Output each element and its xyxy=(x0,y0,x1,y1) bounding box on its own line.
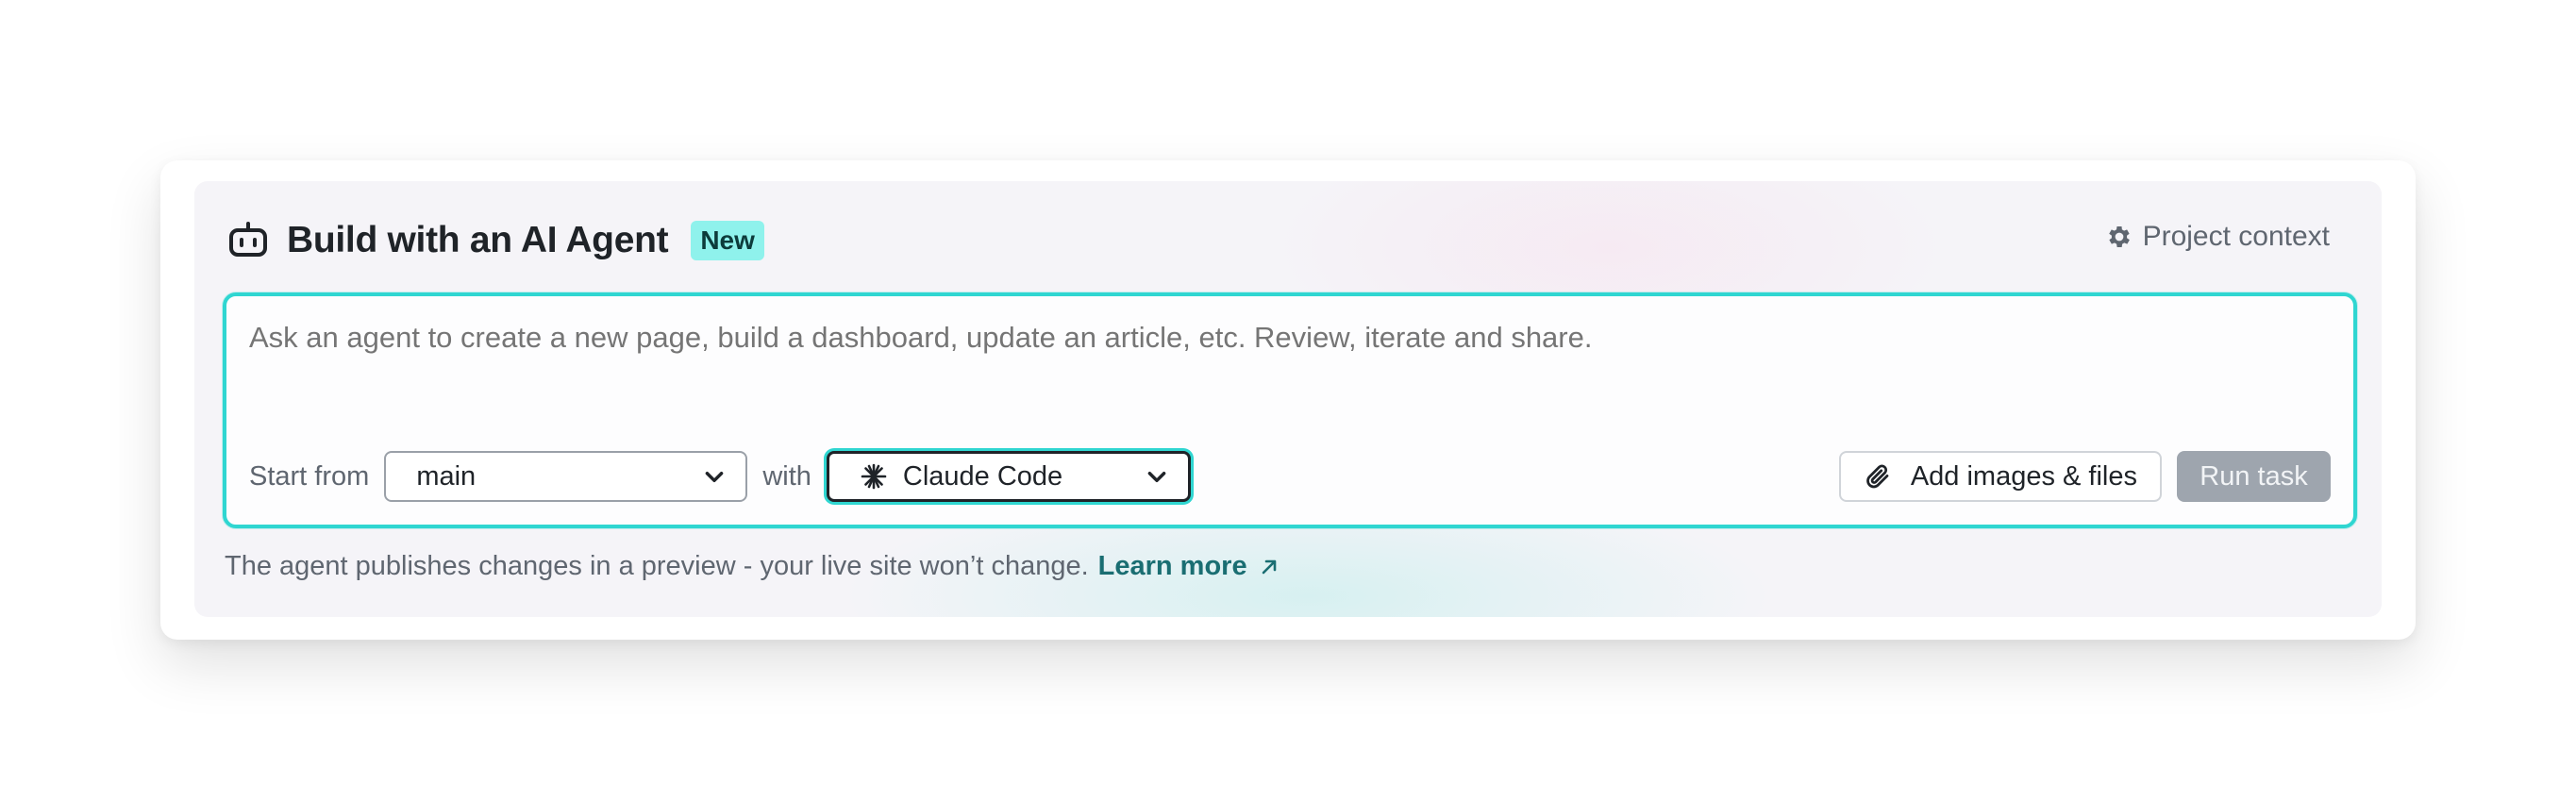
add-files-button[interactable]: Add images & files xyxy=(1838,451,2162,502)
agent-select[interactable]: Claude Code xyxy=(826,451,1191,502)
prompt-actions: Add images & files Run task xyxy=(1838,449,2331,504)
agent-option: Claude Code xyxy=(860,461,1062,492)
robot-icon xyxy=(228,221,268,260)
gear-icon xyxy=(2105,223,2133,251)
page-title: Build with an AI Agent xyxy=(287,220,669,260)
learn-more-label: Learn more xyxy=(1097,551,1247,581)
branch-select[interactable]: main xyxy=(384,451,748,502)
agent-panel: Build with an AI Agent New Project conte… xyxy=(194,181,2382,617)
project-context-button[interactable]: Project context xyxy=(2105,221,2330,253)
claude-asterisk-icon xyxy=(860,462,888,491)
chevron-down-icon xyxy=(1145,464,1169,489)
start-from-label: Start from xyxy=(249,460,370,492)
prompt-composer: Start from main with xyxy=(223,292,2357,528)
run-task-button[interactable]: Run task xyxy=(2177,451,2331,502)
paperclip-icon xyxy=(1864,462,1892,491)
chevron-down-icon xyxy=(702,464,727,489)
prompt-controls: Start from main with Claude Code xyxy=(249,449,1191,504)
agent-value: Claude Code xyxy=(902,460,1063,492)
learn-more-link[interactable]: Learn more xyxy=(1098,551,1280,582)
agent-card: Build with an AI Agent New Project conte… xyxy=(160,160,2416,640)
external-arrow-icon xyxy=(1259,557,1280,577)
panel-header: Build with an AI Agent New xyxy=(228,217,764,264)
new-badge: New xyxy=(691,221,764,260)
footer-note: The agent publishes changes in a preview… xyxy=(225,551,1280,582)
branch-value: main xyxy=(416,460,477,492)
with-label: with xyxy=(762,460,811,492)
add-files-label: Add images & files xyxy=(1910,460,2137,492)
preview-note: The agent publishes changes in a preview… xyxy=(225,551,1089,581)
prompt-input[interactable] xyxy=(249,319,2325,357)
project-context-label: Project context xyxy=(2142,221,2330,252)
